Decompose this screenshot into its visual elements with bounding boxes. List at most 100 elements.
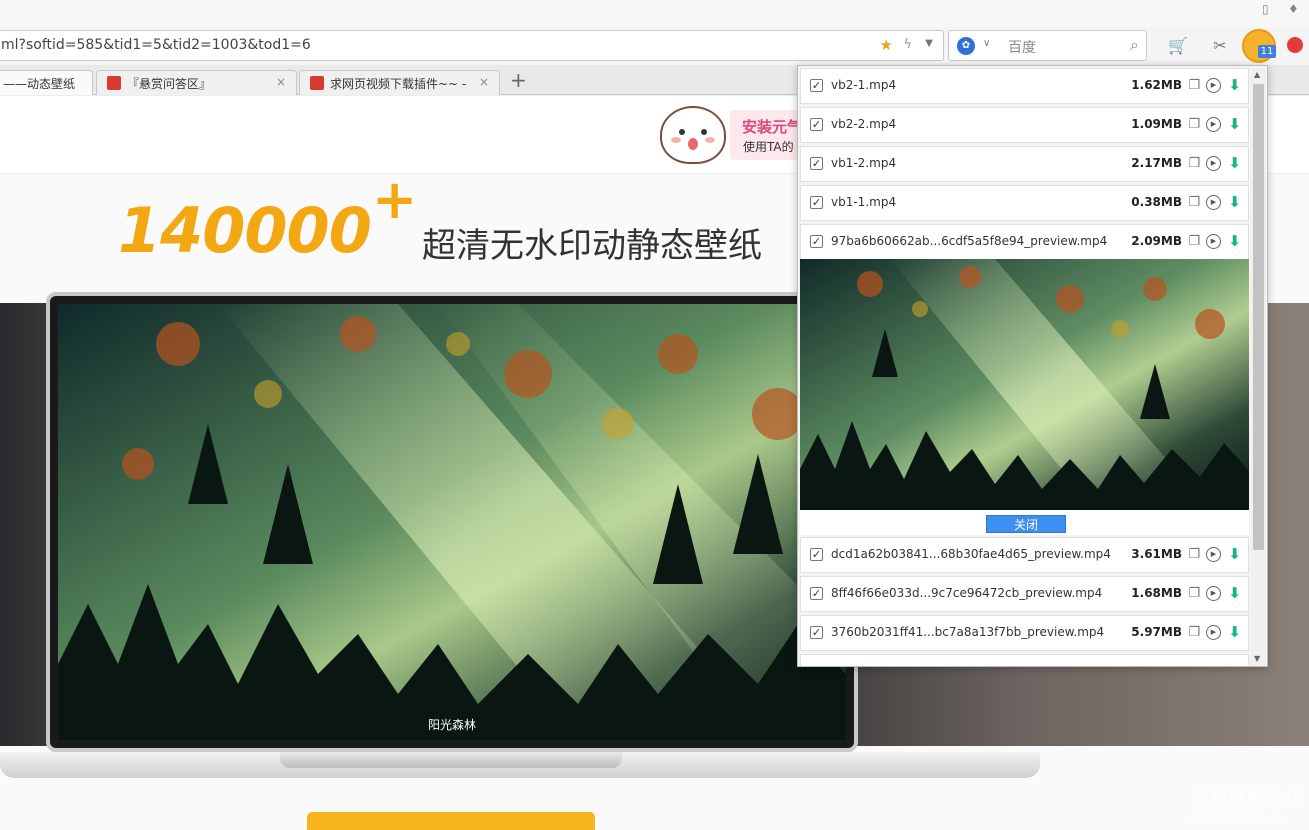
video-filename: 8ff46f66e033d...9c7ce96472cb_preview.mp4 <box>831 586 1103 600</box>
video-row[interactable]: ✓ 3760b2031ff41...bc7a8a13f7bb_preview.m… <box>800 615 1249 651</box>
cat-mascot-icon <box>660 106 726 164</box>
select-checkbox[interactable]: ✓ <box>810 235 823 248</box>
forum-watermark-title: 吾爱破解论坛 <box>1190 788 1305 810</box>
download-icon[interactable]: ⬇ <box>1228 545 1241 563</box>
video-size: 0.38MB <box>1131 195 1182 209</box>
copy-link-icon[interactable]: ❐ <box>1188 117 1200 132</box>
promo-subtitle: 使用TA的 <box>743 140 794 154</box>
window-title-strip: ▯ ♦ <box>0 0 1309 27</box>
select-checkbox[interactable]: ✓ <box>810 587 823 600</box>
search-bar[interactable]: ✿ ∨ 百度 ⌕ <box>948 30 1147 61</box>
play-icon[interactable]: ▶ <box>1206 234 1221 249</box>
video-size: 1.09MB <box>1131 117 1182 131</box>
video-filename: 3760b2031ff41...bc7a8a13f7bb_preview.mp4 <box>831 625 1105 639</box>
copy-link-icon[interactable]: ❐ <box>1188 195 1200 210</box>
hero-tagline: 超清无水印动静态壁纸 <box>422 226 762 266</box>
tab-title: 『悬赏问答区』 <box>127 77 212 91</box>
video-row[interactable]: ✓ vb1-2.mp4 2.17MB ❐ ▶ ⬇ <box>800 146 1249 182</box>
video-filename: vb2-1.mp4 <box>831 78 897 92</box>
video-row[interactable]: ✓ 8ff46f66e033d...9c7ce96472cb_preview.m… <box>800 576 1249 612</box>
search-input[interactable]: 百度 <box>1008 37 1036 57</box>
select-checkbox[interactable]: ✓ <box>810 196 823 209</box>
preview-footer: 关闭 <box>800 510 1249 535</box>
video-size: 1.68MB <box>1131 586 1182 600</box>
video-row[interactable]: ✓ 97ba6b60662ab...6cdf5a5f8e94_preview.m… <box>800 224 1249 260</box>
play-icon[interactable]: ▶ <box>1206 195 1221 210</box>
download-icon[interactable]: ⬇ <box>1228 193 1241 211</box>
play-icon[interactable]: ▶ <box>1206 117 1221 132</box>
wallpaper-caption: 阳光森林 <box>428 718 477 732</box>
browser-toolbar: ml?softid=585&tid1=5&tid2=1003&tod1=6 ★ … <box>0 27 1309 65</box>
scroll-down-icon[interactable]: ▼ <box>1254 654 1260 663</box>
video-size: 5.97MB <box>1131 625 1182 639</box>
copy-link-icon[interactable]: ❐ <box>1188 156 1200 171</box>
video-row-partial[interactable] <box>800 654 1249 666</box>
address-bar[interactable]: ml?softid=585&tid1=5&tid2=1003&tod1=6 ★ … <box>0 30 944 61</box>
wallpaper-preview[interactable] <box>58 304 846 740</box>
download-icon[interactable]: ⬇ <box>1228 76 1241 94</box>
video-filename: vb2-2.mp4 <box>831 117 897 131</box>
select-checkbox[interactable]: ✓ <box>810 118 823 131</box>
select-checkbox[interactable]: ✓ <box>810 548 823 561</box>
cart-icon[interactable]: 🛒 <box>1165 33 1191 59</box>
star-icon[interactable]: ★ <box>880 36 893 54</box>
chevron-down-icon[interactable]: ▼ <box>925 38 933 49</box>
download-icon[interactable]: ⬇ <box>1228 154 1241 172</box>
download-icon[interactable]: ⬇ <box>1228 115 1241 133</box>
scroll-thumb[interactable] <box>1253 84 1264 550</box>
play-icon[interactable]: ▶ <box>1206 156 1221 171</box>
tab-close-icon[interactable]: × <box>276 75 286 89</box>
scissors-icon[interactable]: ✂ <box>1207 33 1233 59</box>
search-icon[interactable]: ⌕ <box>1130 35 1139 55</box>
forum-favicon-icon <box>310 76 324 90</box>
video-row[interactable]: ✓ vb2-1.mp4 1.62MB ❐ ▶ ⬇ <box>800 68 1249 104</box>
scroll-up-icon[interactable]: ▲ <box>1254 70 1260 79</box>
copy-link-icon[interactable]: ❐ <box>1188 586 1200 601</box>
video-size: 2.09MB <box>1131 234 1182 248</box>
video-row[interactable]: ✓ vb1-1.mp4 0.38MB ❐ ▶ ⬇ <box>800 185 1249 221</box>
select-checkbox[interactable]: ✓ <box>810 157 823 170</box>
laptop-display <box>46 292 858 752</box>
video-filename: 97ba6b60662ab...6cdf5a5f8e94_preview.mp4 <box>831 234 1108 248</box>
new-tab-button[interactable]: + <box>510 68 527 92</box>
tab-title: 求网页视频下载插件~~ - <box>330 77 467 91</box>
copy-link-icon[interactable]: ❐ <box>1188 234 1200 249</box>
bolt-icon[interactable]: ϟ <box>903 37 912 52</box>
hero-count: 140000 <box>118 194 372 267</box>
copy-link-icon[interactable]: ❐ <box>1188 547 1200 562</box>
extension-badge: 11 <box>1258 45 1276 58</box>
download-icon[interactable]: ⬇ <box>1228 584 1241 602</box>
address-url[interactable]: ml?softid=585&tid1=5&tid2=1003&tod1=6 <box>1 37 311 53</box>
video-preview-player[interactable] <box>800 259 1249 510</box>
play-icon[interactable]: ▶ <box>1206 586 1221 601</box>
panel-scrollbar[interactable]: ▲ ▼ <box>1251 68 1266 666</box>
close-preview-button[interactable]: 关闭 <box>986 515 1066 533</box>
download-icon[interactable]: ⬇ <box>1228 623 1241 641</box>
tab-close-icon[interactable]: × <box>479 75 489 89</box>
download-cta-button[interactable] <box>307 812 595 830</box>
play-icon[interactable]: ▶ <box>1206 625 1221 640</box>
tab-title: ——动态壁纸 <box>3 77 76 91</box>
tab-bounty-qa[interactable]: 『悬赏问答区』 × <box>96 70 297 95</box>
play-icon[interactable]: ▶ <box>1206 78 1221 93</box>
select-checkbox[interactable]: ✓ <box>810 79 823 92</box>
restore-icon[interactable]: ▯ <box>1262 2 1269 16</box>
video-size: 1.62MB <box>1131 78 1182 92</box>
download-icon[interactable]: ⬇ <box>1228 232 1241 250</box>
select-checkbox[interactable]: ✓ <box>810 626 823 639</box>
forum-watermark-url: www.52pojie.cn <box>1188 810 1283 824</box>
video-size: 2.17MB <box>1131 156 1182 170</box>
copy-link-icon[interactable]: ❐ <box>1188 78 1200 93</box>
copy-link-icon[interactable]: ❐ <box>1188 625 1200 640</box>
tab-video-plugin[interactable]: 求网页视频下载插件~~ - × <box>299 70 500 95</box>
tab-dynamic-wallpaper[interactable]: ——动态壁纸 <box>0 70 93 95</box>
skin-icon[interactable]: ♦ <box>1288 2 1299 16</box>
play-icon[interactable]: ▶ <box>1206 547 1221 562</box>
video-filename: vb1-1.mp4 <box>831 195 897 209</box>
red-extension-icon[interactable] <box>1287 37 1303 53</box>
video-row[interactable]: ✓ vb2-2.mp4 1.09MB ❐ ▶ ⬇ <box>800 107 1249 143</box>
video-row[interactable]: ✓ dcd1a62b03841...68b30fae4d65_preview.m… <box>800 537 1249 573</box>
search-engine-chevron-icon[interactable]: ∨ <box>983 38 990 49</box>
laptop-hinge <box>280 752 622 768</box>
baidu-paw-icon[interactable]: ✿ <box>957 37 975 55</box>
